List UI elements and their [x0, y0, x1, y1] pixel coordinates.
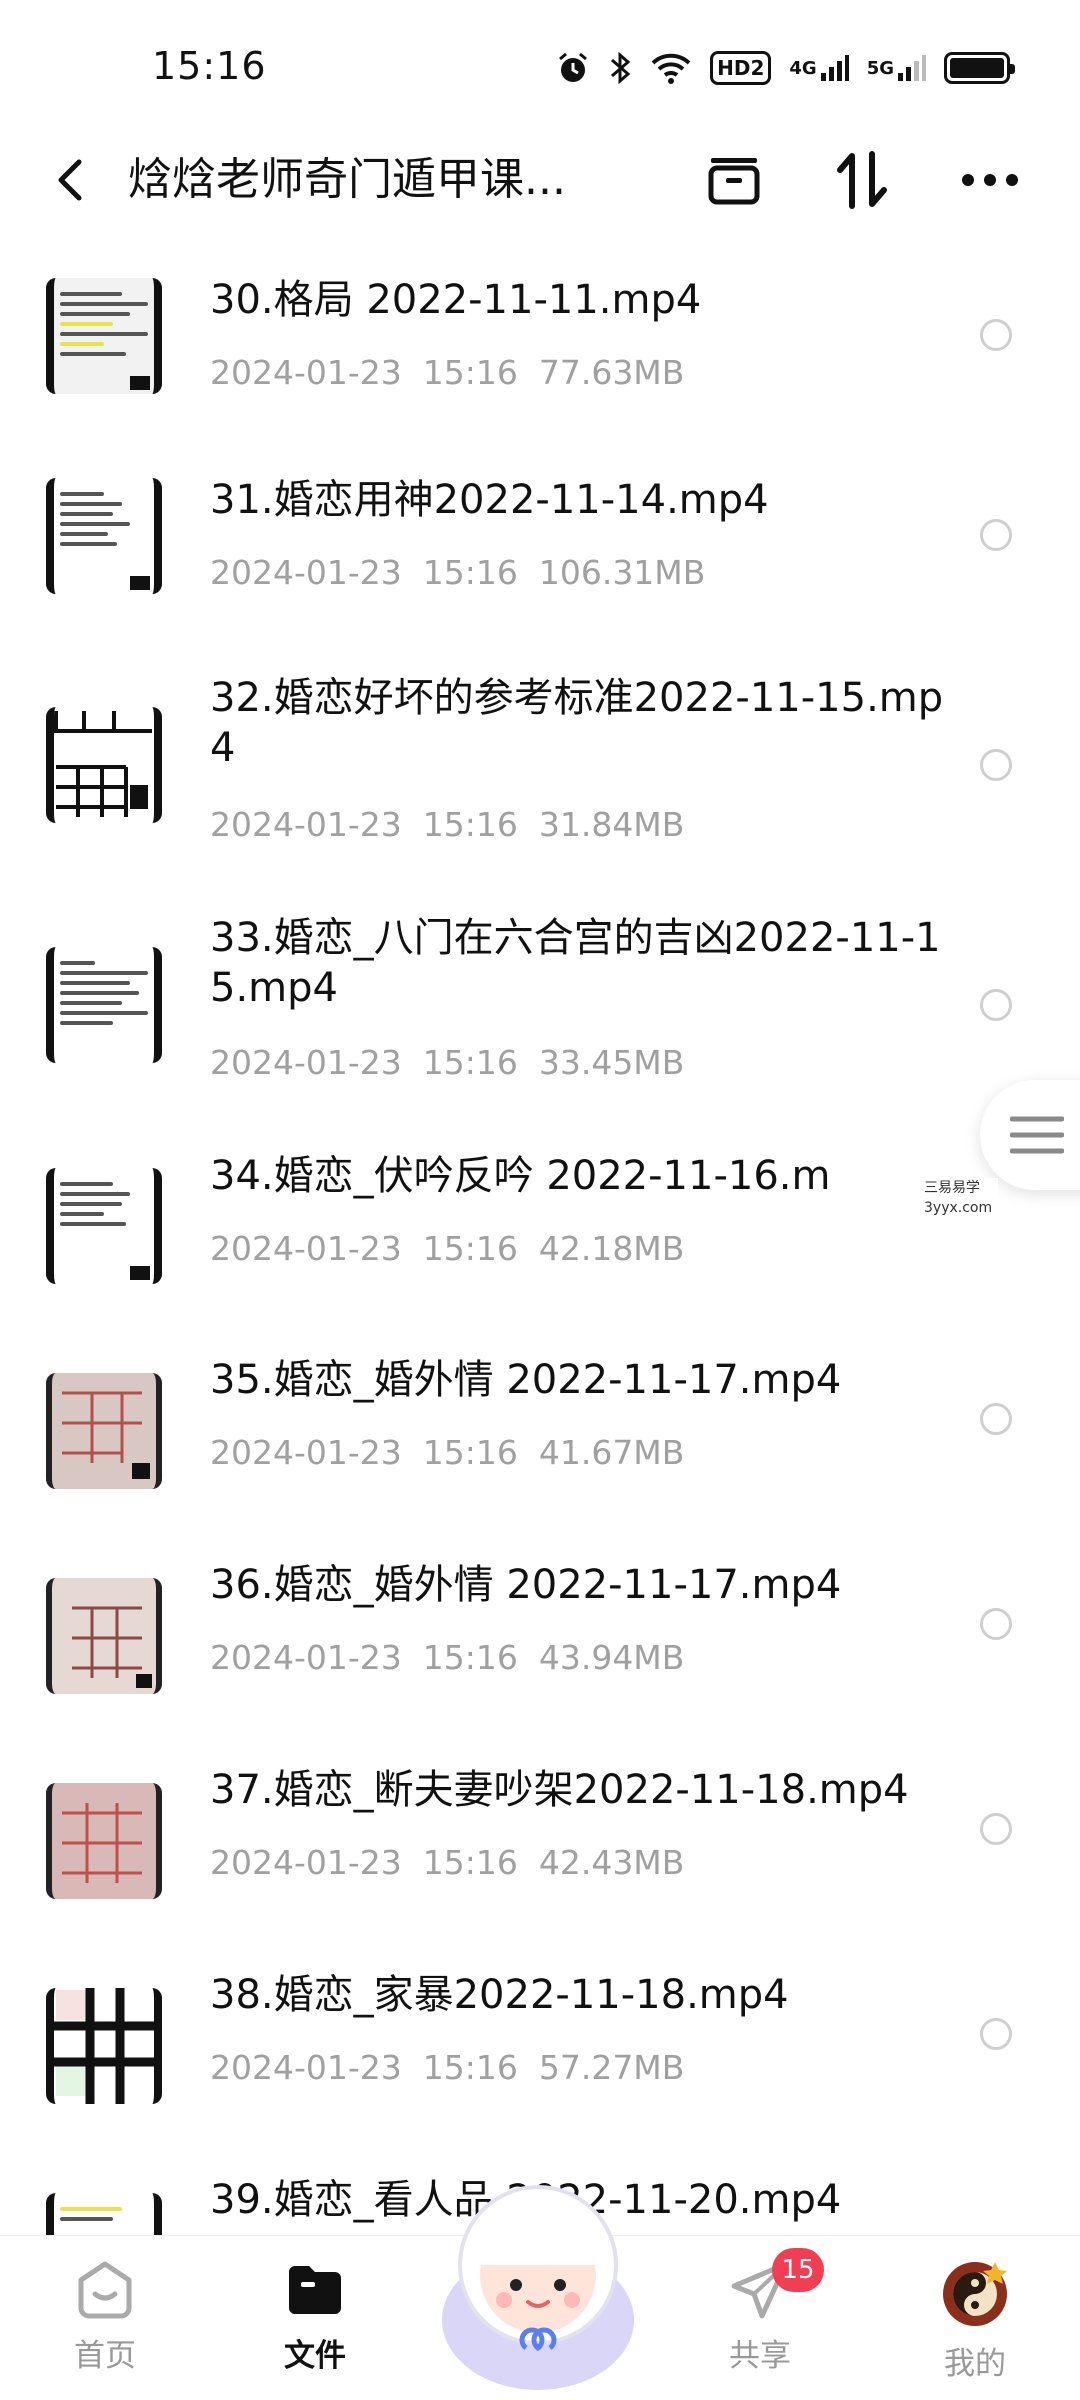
hd-badge: HD2 [710, 51, 772, 85]
page-title: 焓焓老师奇门遁甲课... [128, 154, 566, 205]
select-radio[interactable] [980, 319, 1012, 351]
file-name: 34.婚恋_伏吟反吟 2022-11-16.mp [210, 1153, 830, 1199]
app-header: 焓焓老师奇门遁甲课... [0, 130, 1080, 230]
list-item[interactable]: 31.婚恋用神2022-11-14.mp4 2024-01-23 15:16 1… [0, 445, 1080, 645]
file-name: 37.婚恋_断夫妻吵架2022-11-18.mp4 [210, 1767, 909, 1813]
file-meta: 2024-01-23 15:16 33.45MB [210, 1043, 685, 1082]
alarm-icon [556, 46, 590, 90]
nav-share-label: 共享 [729, 2338, 791, 2374]
file-name: 36.婚恋_婚外情 2022-11-17.mp4 [210, 1562, 842, 1608]
list-item[interactable]: 37.婚恋_断夫妻吵架2022-11-18.mp4 2024-01-23 15:… [0, 1735, 1080, 1940]
list-item[interactable]: 30.格局 2022-11-11.mp4 2024-01-23 15:16 77… [0, 245, 1080, 445]
list-item[interactable]: 34.婚恋_伏吟反吟 2022-11-16.mp 2024-01-23 15:1… [0, 1125, 1080, 1325]
watermark: 三易易学 3yyx.com [918, 1178, 999, 1218]
file-name: 30.格局 2022-11-11.mp4 [210, 277, 702, 323]
video-thumbnail [46, 947, 162, 1063]
file-meta: 2024-01-23 15:16 31.84MB [210, 805, 685, 844]
file-meta: 2024-01-23 15:16 106.31MB [210, 553, 706, 592]
nav-share[interactable]: 15 共享 [690, 2248, 830, 2388]
bluetooth-icon [608, 46, 632, 90]
video-thumbnail [46, 1988, 162, 2104]
file-name: 32.婚恋好坏的参考标准2022-11-15.mp4 [210, 675, 944, 771]
file-meta: 2024-01-23 15:16 57.27MB [210, 2048, 685, 2087]
mascot-icon [442, 2185, 634, 2390]
file-meta: 2024-01-23 15:16 42.43MB [210, 1843, 685, 1882]
list-item[interactable]: 36.婚恋_婚外情 2022-11-17.mp4 2024-01-23 15:1… [0, 1530, 1080, 1735]
file-name: 38.婚恋_家暴2022-11-18.mp4 [210, 1972, 789, 2018]
chevron-left-icon [58, 159, 82, 201]
folder-icon [289, 2266, 341, 2314]
more-button[interactable] [958, 148, 1022, 212]
video-thumbnail [46, 1578, 162, 1694]
file-name: 35.婚恋_婚外情 2022-11-17.mp4 [210, 1357, 842, 1403]
select-radio[interactable] [980, 1813, 1012, 1845]
file-meta: 2024-01-23 15:16 42.18MB [210, 1229, 685, 1268]
nav-files[interactable]: 文件 [245, 2258, 385, 2388]
file-meta: 2024-01-23 15:16 43.94MB [210, 1638, 685, 1677]
wifi-icon [650, 46, 692, 90]
list-item[interactable]: 33.婚恋_八门在六合宫的吉凶2022-11-15.mp4 2024-01-23… [0, 885, 1080, 1125]
video-thumbnail [46, 1373, 162, 1489]
video-thumbnail [46, 1783, 162, 1899]
watermark-line-2: 3yyx.com [924, 1200, 993, 1216]
archive-icon [708, 158, 760, 205]
nav-home-label: 首页 [74, 2338, 136, 2374]
select-radio[interactable] [980, 2018, 1012, 2050]
sort-icon [837, 151, 887, 209]
avatar [943, 2262, 1007, 2326]
sort-button[interactable] [830, 148, 894, 212]
select-radio[interactable] [980, 1403, 1012, 1435]
back-button[interactable] [40, 150, 100, 210]
nav-files-label: 文件 [284, 2338, 346, 2374]
signal-5g-label: 5G [866, 57, 894, 79]
list-item[interactable]: 38.婚恋_家暴2022-11-18.mp4 2024-01-23 15:16 … [0, 1940, 1080, 2145]
nav-mine[interactable]: 我的 [905, 2258, 1045, 2388]
video-thumbnail [46, 707, 162, 823]
file-list: 30.格局 2022-11-11.mp4 2024-01-23 15:16 77… [0, 245, 1080, 2235]
file-meta: 2024-01-23 15:16 77.63MB [210, 353, 685, 392]
nav-mine-label: 我的 [944, 2346, 1006, 2382]
status-time: 15:16 [152, 44, 267, 88]
home-icon [78, 2261, 132, 2319]
select-radio[interactable] [980, 749, 1012, 781]
status-icons: HD2 4G 5G [556, 46, 1015, 90]
file-meta: 2024-01-23 15:16 41.67MB [210, 1433, 685, 1472]
more-dots-icon [962, 174, 1018, 186]
signal-4g-label: 4G [789, 57, 817, 79]
video-thumbnail [46, 1168, 162, 1284]
list-item[interactable]: 35.婚恋_婚外情 2022-11-17.mp4 2024-01-23 15:1… [0, 1325, 1080, 1530]
nav-home[interactable]: 首页 [35, 2258, 175, 2388]
signal-5g-icon: 5G [867, 46, 926, 90]
mascot-assistant-button[interactable] [428, 2170, 648, 2400]
signal-4g-icon: 4G [789, 46, 849, 90]
select-radio[interactable] [980, 519, 1012, 551]
battery-icon [944, 46, 1015, 90]
file-name: 33.婚恋_八门在六合宫的吉凶2022-11-15.mp4 [210, 915, 941, 1011]
list-item[interactable]: 32.婚恋好坏的参考标准2022-11-15.mp4 2024-01-23 15… [0, 645, 1080, 885]
status-bar: 15:16 HD2 4G 5G [0, 0, 1080, 130]
file-name: 31.婚恋用神2022-11-14.mp4 [210, 477, 769, 523]
video-thumbnail [46, 478, 162, 594]
watermark-line-1: 三易易学 [924, 1180, 980, 1196]
select-radio[interactable] [980, 989, 1012, 1021]
video-thumbnail [46, 278, 162, 394]
share-badge: 15 [772, 2248, 824, 2292]
hamburger-icon [1010, 1116, 1064, 1154]
select-radio[interactable] [980, 1608, 1012, 1640]
video-thumbnail [46, 2193, 162, 2235]
archive-button[interactable] [702, 148, 766, 212]
floating-menu-handle[interactable] [980, 1080, 1080, 1190]
